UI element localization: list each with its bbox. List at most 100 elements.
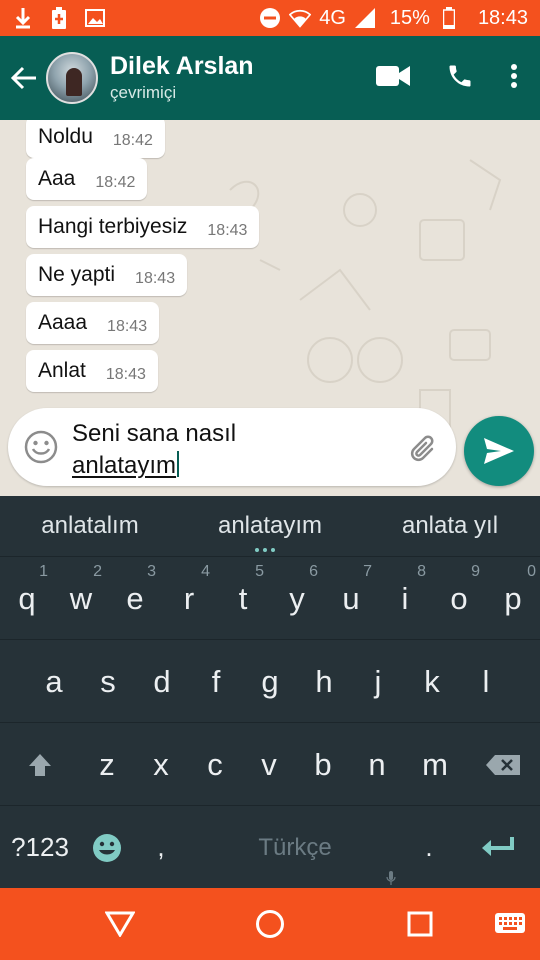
key-y[interactable]: 6y [270, 557, 324, 640]
key-g[interactable]: g [243, 640, 297, 723]
message-time: 18:42 [112, 132, 153, 149]
key-r[interactable]: 4r [162, 557, 216, 640]
key-k[interactable]: k [405, 640, 459, 723]
key-f[interactable]: f [189, 640, 243, 723]
message-bubble[interactable]: Aaaa 18:43 [26, 302, 160, 344]
enter-key[interactable] [456, 806, 540, 889]
text-cursor [177, 451, 180, 477]
keyboard-switch-button[interactable] [492, 906, 528, 942]
attach-button[interactable] [406, 432, 440, 466]
battery-charging-icon [48, 7, 70, 29]
keyboard-icon [495, 913, 525, 933]
paperclip-icon [410, 435, 434, 462]
key-p[interactable]: 0p [486, 557, 540, 640]
contact-name: Dilek Arslan [110, 52, 254, 80]
key-o[interactable]: 9o [432, 557, 486, 640]
message-bubble[interactable]: Anlat 18:43 [26, 350, 158, 392]
network-type: 4G [319, 6, 346, 29]
key-e[interactable]: 3e [108, 557, 162, 640]
message-time: 18:43 [105, 366, 146, 383]
message-time: 18:43 [207, 222, 248, 239]
send-icon [484, 438, 514, 464]
message-text-field[interactable]: Seni sana nasıl anlatayım [72, 418, 392, 482]
do-not-disturb-icon [259, 7, 281, 29]
message-text: Anlat [38, 359, 86, 382]
battery-icon [438, 7, 460, 29]
message-bubble[interactable]: Ne yapti 18:43 [26, 254, 188, 296]
space-language-label: Türkçe [258, 833, 332, 861]
video-camera-icon [376, 65, 410, 86]
key-row-1: 1q 2w 3e 4r 5t 6y 7u 8i 9o 0p [0, 556, 540, 639]
message-text: Noldu [38, 125, 93, 148]
smiley-icon [24, 430, 58, 464]
key-l[interactable]: l [459, 640, 513, 723]
period-key[interactable]: . [402, 806, 456, 889]
key-c[interactable]: c [188, 723, 242, 806]
voice-call-button[interactable] [446, 62, 474, 95]
message-input[interactable]: Seni sana nasıl anlatayım [8, 408, 456, 486]
key-b[interactable]: b [296, 723, 350, 806]
input-line-2: anlatayım [72, 452, 177, 479]
key-a[interactable]: a [27, 640, 81, 723]
message-bubble[interactable]: Hangi terbiyesiz 18:43 [26, 206, 260, 248]
key-row-4: ?123 , Türkçe . [0, 805, 540, 888]
circle-home-icon [256, 910, 284, 938]
back-nav-button[interactable] [102, 906, 138, 942]
key-n[interactable]: n [350, 723, 404, 806]
message-time: 18:42 [95, 174, 136, 191]
message-bubble[interactable]: Aaa 18:42 [26, 158, 148, 200]
contact-status: çevrimiçi [110, 83, 177, 102]
phone-icon [449, 65, 471, 86]
shift-key[interactable] [0, 723, 80, 806]
emoji-key[interactable] [80, 806, 134, 889]
key-d[interactable]: d [135, 640, 189, 723]
chat-header: Dilek Arslan çevrimiçi [0, 36, 540, 120]
emoji-button[interactable] [24, 430, 58, 464]
microphone-icon [386, 871, 396, 885]
battery-percent: 15% [389, 6, 430, 29]
space-key[interactable]: Türkçe [188, 806, 402, 889]
suggestion[interactable]: anlatayım [180, 512, 360, 540]
key-i[interactable]: 8i [378, 557, 432, 640]
home-nav-button[interactable] [252, 906, 288, 942]
message-bubble[interactable]: Noldu 18:42 [26, 120, 165, 158]
smiley-icon [93, 833, 121, 862]
key-s[interactable]: s [81, 640, 135, 723]
key-t[interactable]: 5t [216, 557, 270, 640]
more-options-button[interactable] [510, 63, 518, 94]
key-w[interactable]: 2w [54, 557, 108, 640]
key-row-2: a s d f g h j k l [0, 639, 540, 722]
suggestion[interactable]: anlata yıl [360, 512, 540, 540]
key-m[interactable]: m [404, 723, 466, 806]
triangle-back-icon [105, 911, 135, 937]
message-text: Aaa [38, 167, 76, 190]
key-x[interactable]: x [134, 723, 188, 806]
key-v[interactable]: v [242, 723, 296, 806]
key-q[interactable]: 1q [0, 557, 54, 640]
key-z[interactable]: z [80, 723, 134, 806]
square-recents-icon [407, 911, 433, 937]
comma-key[interactable]: , [134, 806, 188, 889]
key-h[interactable]: h [297, 640, 351, 723]
contact-info[interactable]: Dilek Arslan çevrimiçi [110, 51, 254, 105]
wifi-icon [289, 7, 312, 29]
key-j[interactable]: j [351, 640, 405, 723]
navigation-bar [0, 888, 540, 960]
shift-icon [29, 753, 51, 776]
backspace-key[interactable] [466, 723, 540, 806]
symbols-key[interactable]: ?123 [0, 806, 80, 889]
key-u[interactable]: 7u [324, 557, 378, 640]
backspace-icon [486, 754, 520, 775]
message-text: Aaaa [38, 311, 88, 334]
key-row-3: z x c v b n m [0, 722, 540, 805]
back-button[interactable] [2, 48, 46, 108]
video-call-button[interactable] [376, 65, 410, 92]
keyboard: anlatalım anlatayım anlata yıl 1q 2w 3e … [0, 496, 540, 888]
clock: 18:43 [477, 6, 528, 29]
send-button[interactable] [464, 416, 534, 486]
suggestion[interactable]: anlatalım [0, 512, 180, 540]
message-text: Hangi terbiyesiz [38, 215, 188, 238]
recents-nav-button[interactable] [402, 906, 438, 942]
enter-icon [482, 836, 514, 856]
avatar[interactable] [46, 52, 98, 104]
